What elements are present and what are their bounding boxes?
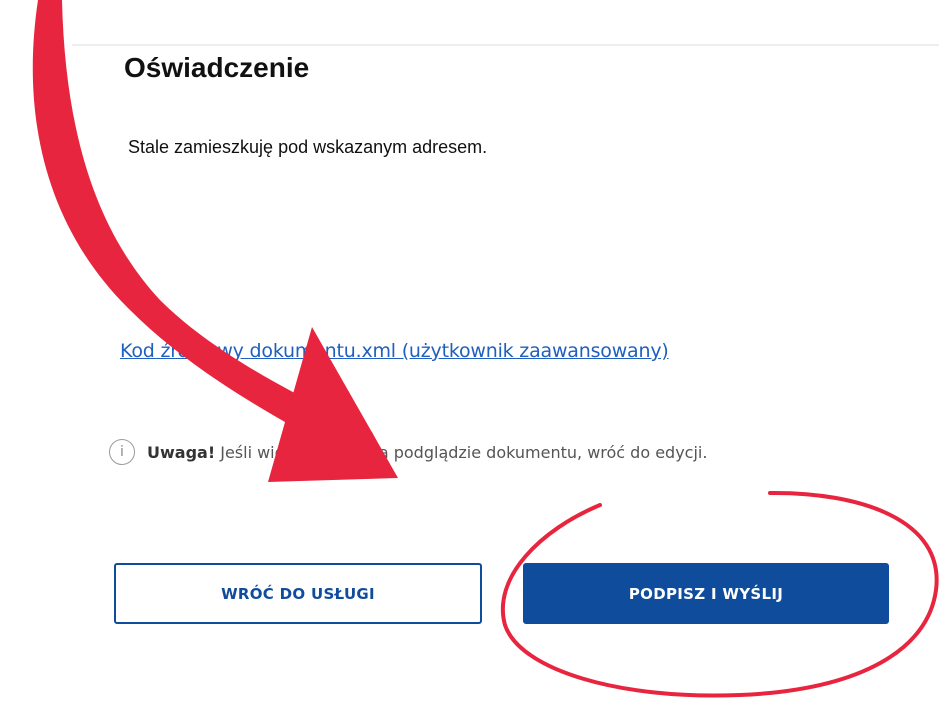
info-icon: i <box>109 439 135 465</box>
sign-and-send-button[interactable]: PODPISZ I WYŚLIJ <box>523 563 889 624</box>
notice-text: Uwaga! Jeśli widzisz błędy na podglądzie… <box>147 443 707 462</box>
page-title: Oświadczenie <box>124 52 310 83</box>
source-xml-link[interactable]: Kod źródłowy dokumentu.xml (użytkownik z… <box>120 340 669 362</box>
notice-body: Jeśli widzisz błędy na podglądzie dokume… <box>220 442 708 462</box>
notice-strong: Uwaga! <box>147 442 216 462</box>
statement-text: Stale zamieszkuję pod wskazanym adresem. <box>128 137 488 157</box>
warning-notice: i Uwaga! Jeśli widzisz błędy na podglądz… <box>109 437 707 467</box>
back-to-service-button[interactable]: WRÓĆ DO USŁUGI <box>114 563 482 624</box>
top-divider <box>72 44 939 46</box>
